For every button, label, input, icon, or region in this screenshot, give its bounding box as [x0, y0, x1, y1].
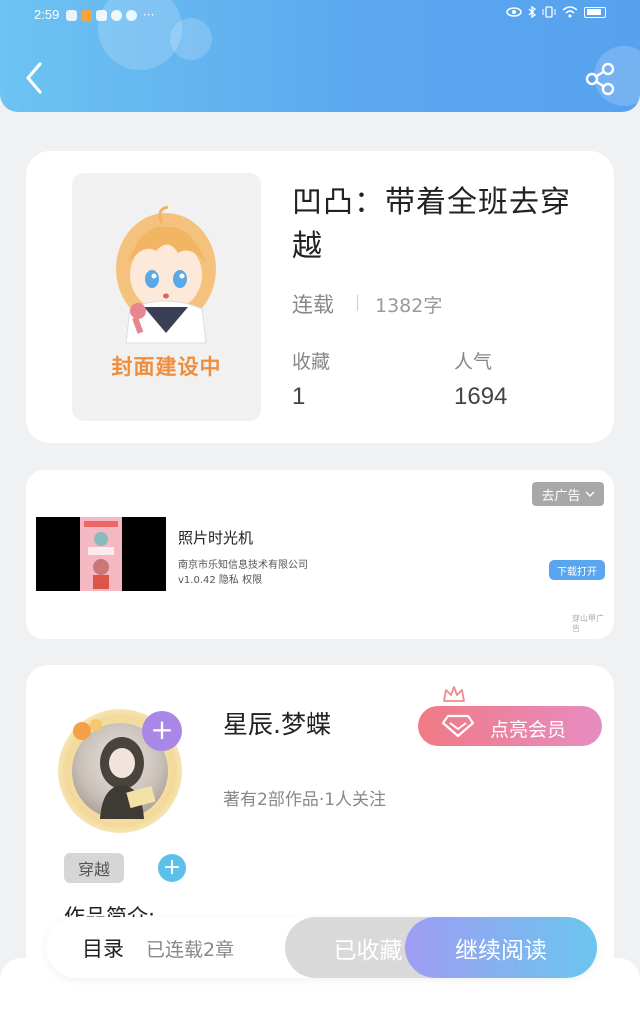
add-tag-button[interactable]: +: [158, 854, 186, 882]
diamond-icon: [442, 714, 474, 738]
vip-label: 点亮会员: [490, 719, 567, 741]
book-word-count: 1382字: [375, 295, 443, 317]
ad-meta[interactable]: v1.0.42 隐私 权限: [178, 571, 262, 586]
bluetooth-icon: [528, 6, 536, 18]
chevron-left-icon: [26, 62, 42, 94]
genre-tag[interactable]: 穿越: [64, 853, 124, 883]
eye-icon: [506, 7, 522, 17]
status-time: 2:59: [34, 7, 60, 22]
author-name[interactable]: 星辰.梦蝶: [223, 705, 331, 741]
vip-button[interactable]: 点亮会员: [418, 706, 602, 746]
favorites-label: 收藏: [292, 351, 331, 373]
cover-placeholder-illustration: [116, 205, 216, 344]
popularity-count: 1694: [454, 383, 508, 410]
ad-thumbnail-image: [80, 517, 122, 591]
book-info-card: 封面建设中 凹凸：带着全班去穿越 连载 1382字 收藏 1 人气 1694: [26, 151, 614, 443]
wechat-icon: [111, 9, 122, 21]
synopsis-heading: 作品简介:: [64, 905, 156, 917]
continue-reading-label: 继续阅读: [455, 937, 547, 964]
share-button[interactable]: [584, 62, 618, 96]
app-notification-icon: [81, 9, 92, 21]
system-icons: [506, 6, 606, 18]
divider: [357, 295, 358, 311]
app-notification-icon: [126, 9, 137, 21]
cover-placeholder-label: 封面建设中: [111, 355, 222, 379]
popularity-label: 人气: [454, 351, 493, 373]
avatar-decoration: [73, 719, 102, 740]
app-notification-icon: [66, 9, 77, 21]
ad-photo-illustration: [84, 521, 118, 589]
chevron-down-icon: [585, 491, 594, 497]
table-of-contents-button[interactable]: 目录: [82, 933, 124, 963]
author-stats: 著有2部作品·1人关注: [223, 790, 387, 810]
crown-icon: [443, 686, 465, 702]
ad-thumbnail[interactable]: [36, 517, 166, 591]
bottom-action-bar: 目录 已连载2章 已收藏 继续阅读: [46, 917, 597, 978]
remove-ad-button[interactable]: 去广告: [532, 482, 604, 506]
back-button[interactable]: [20, 58, 50, 98]
header-bar: 2:59 ···: [0, 0, 640, 112]
remove-ad-label: 去广告: [541, 488, 581, 504]
vibrate-icon: [542, 6, 556, 18]
share-icon: [585, 62, 615, 96]
ad-source-label: 穿山甲广告: [572, 614, 604, 633]
wifi-icon: [562, 6, 578, 18]
favorites-count: 1: [292, 383, 306, 410]
status-bar: 2:59 ···: [0, 0, 640, 30]
book-cover[interactable]: 封面建设中: [72, 173, 261, 421]
ad-download-button[interactable]: 下载打开: [549, 560, 605, 580]
continue-reading-button[interactable]: 继续阅读: [405, 917, 597, 978]
book-status: 连载: [292, 293, 334, 317]
app-notification-icon: [96, 9, 107, 21]
follow-author-button[interactable]: +: [142, 711, 182, 751]
battery-icon: [584, 6, 606, 18]
book-title: 凹凸：带着全班去穿越: [292, 185, 571, 264]
chapter-count: 已连载2章: [146, 939, 235, 961]
ad-company: 南京市乐知信息技术有限公司: [178, 560, 308, 571]
ad-card[interactable]: 去广告 照片时光机 南京市乐知信息技术有限公司 v1.0.42 隐私 权限 下载…: [26, 470, 614, 639]
collected-label: 已收藏: [333, 937, 403, 964]
ad-title[interactable]: 照片时光机: [178, 527, 253, 548]
more-notifications-icon: ···: [143, 8, 155, 22]
notification-icons: ···: [66, 8, 154, 22]
